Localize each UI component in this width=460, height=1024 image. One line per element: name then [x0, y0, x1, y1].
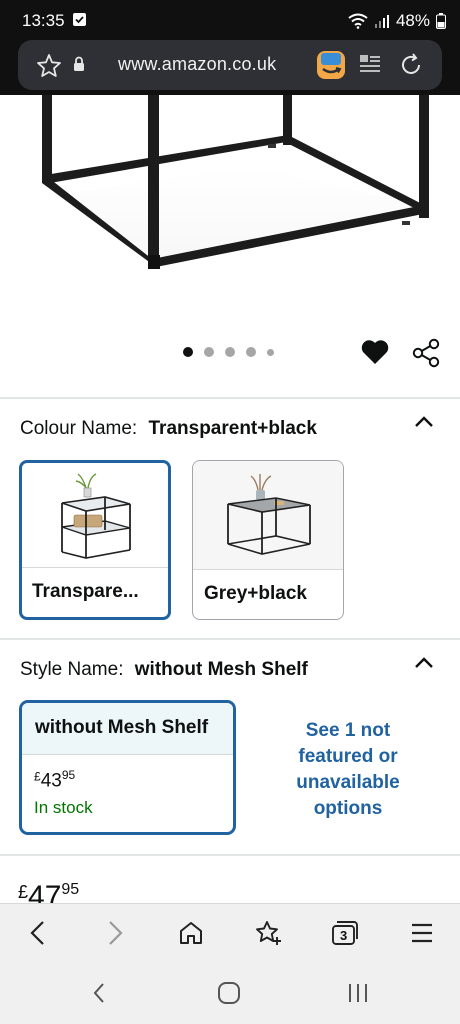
colour-option-grey-black[interactable]: Grey+black [192, 460, 344, 620]
tabs-icon[interactable]: 3 [331, 920, 359, 951]
price-currency: £ [18, 882, 29, 902]
divider [0, 638, 460, 640]
forward-icon[interactable] [104, 920, 126, 951]
status-time: 13:35 [22, 11, 65, 30]
see-unavailable-options-link[interactable]: See 1 not featured or unavailable option… [278, 718, 418, 822]
browser-toolbar: 3 [0, 903, 460, 961]
image-carousel-dots[interactable] [183, 347, 274, 357]
signal-icon [374, 15, 389, 28]
colour-option-label: Grey+black [193, 569, 343, 619]
status-bar: 13:35 48% [0, 0, 460, 40]
url-text[interactable]: www.amazon.co.uk [118, 54, 276, 75]
colour-name-value: Transparent+black [148, 418, 317, 439]
carousel-dot[interactable] [225, 347, 235, 357]
amazon-product-page: 13:35 48% www.amazon.co.uk Colour Name: … [0, 0, 460, 1024]
system-back-icon[interactable] [90, 981, 108, 1010]
url-bar[interactable]: www.amazon.co.uk [18, 40, 442, 90]
colour-option-thumbnail [22, 463, 168, 571]
divider [0, 397, 460, 399]
stock-status: In stock [34, 798, 93, 817]
lock-icon [73, 56, 85, 77]
status-indicators: 48% [348, 11, 446, 31]
bookmark-add-icon[interactable] [255, 920, 283, 951]
star-icon[interactable] [36, 53, 62, 83]
reader-icon[interactable] [359, 54, 381, 79]
carousel-dot[interactable] [183, 347, 193, 357]
wifi-icon [348, 13, 368, 29]
tabs-count: 3 [340, 928, 348, 943]
style-name-row: Style Name: without Mesh Shelf [20, 659, 308, 681]
notification-check-icon [73, 13, 86, 26]
browser-top-chrome: 13:35 48% www.amazon.co.uk [0, 0, 460, 95]
chevron-up-icon[interactable] [413, 414, 435, 435]
carousel-dot[interactable] [204, 347, 214, 357]
colour-option-transparent-black[interactable]: Transpare... [19, 460, 171, 620]
menu-icon[interactable] [410, 920, 434, 951]
style-option-price: £4395 [34, 768, 75, 792]
price-whole: 43 [40, 770, 62, 792]
colour-name-row: Colour Name: Transparent+black [20, 418, 317, 440]
heart-icon[interactable] [360, 338, 390, 371]
price-fraction: 95 [61, 881, 80, 898]
carousel-dot[interactable] [246, 347, 256, 357]
system-recents-icon[interactable] [346, 981, 370, 1010]
system-navigation-bar [0, 961, 460, 1024]
colour-name-label: Colour Name: [20, 418, 138, 439]
amazon-extension-icon[interactable] [316, 50, 346, 85]
chevron-up-icon[interactable] [413, 655, 435, 676]
carousel-dot[interactable] [267, 348, 274, 356]
divider [0, 854, 460, 856]
colour-option-label: Transpare... [22, 567, 168, 617]
home-icon[interactable] [178, 920, 204, 951]
share-icon[interactable] [411, 338, 441, 373]
style-name-label: Style Name: [20, 659, 124, 680]
style-option-label: without Mesh Shelf [22, 703, 233, 755]
product-main-image[interactable] [0, 95, 460, 305]
battery-percent: 48% [395, 11, 430, 30]
battery-icon [436, 13, 446, 29]
system-home-icon[interactable] [217, 981, 241, 1010]
colour-option-thumbnail [193, 461, 343, 569]
reload-icon[interactable] [398, 52, 424, 83]
style-name-value: without Mesh Shelf [134, 659, 308, 680]
back-icon[interactable] [27, 920, 49, 951]
price-fraction: 95 [61, 768, 76, 782]
price-currency: £ [34, 769, 41, 784]
